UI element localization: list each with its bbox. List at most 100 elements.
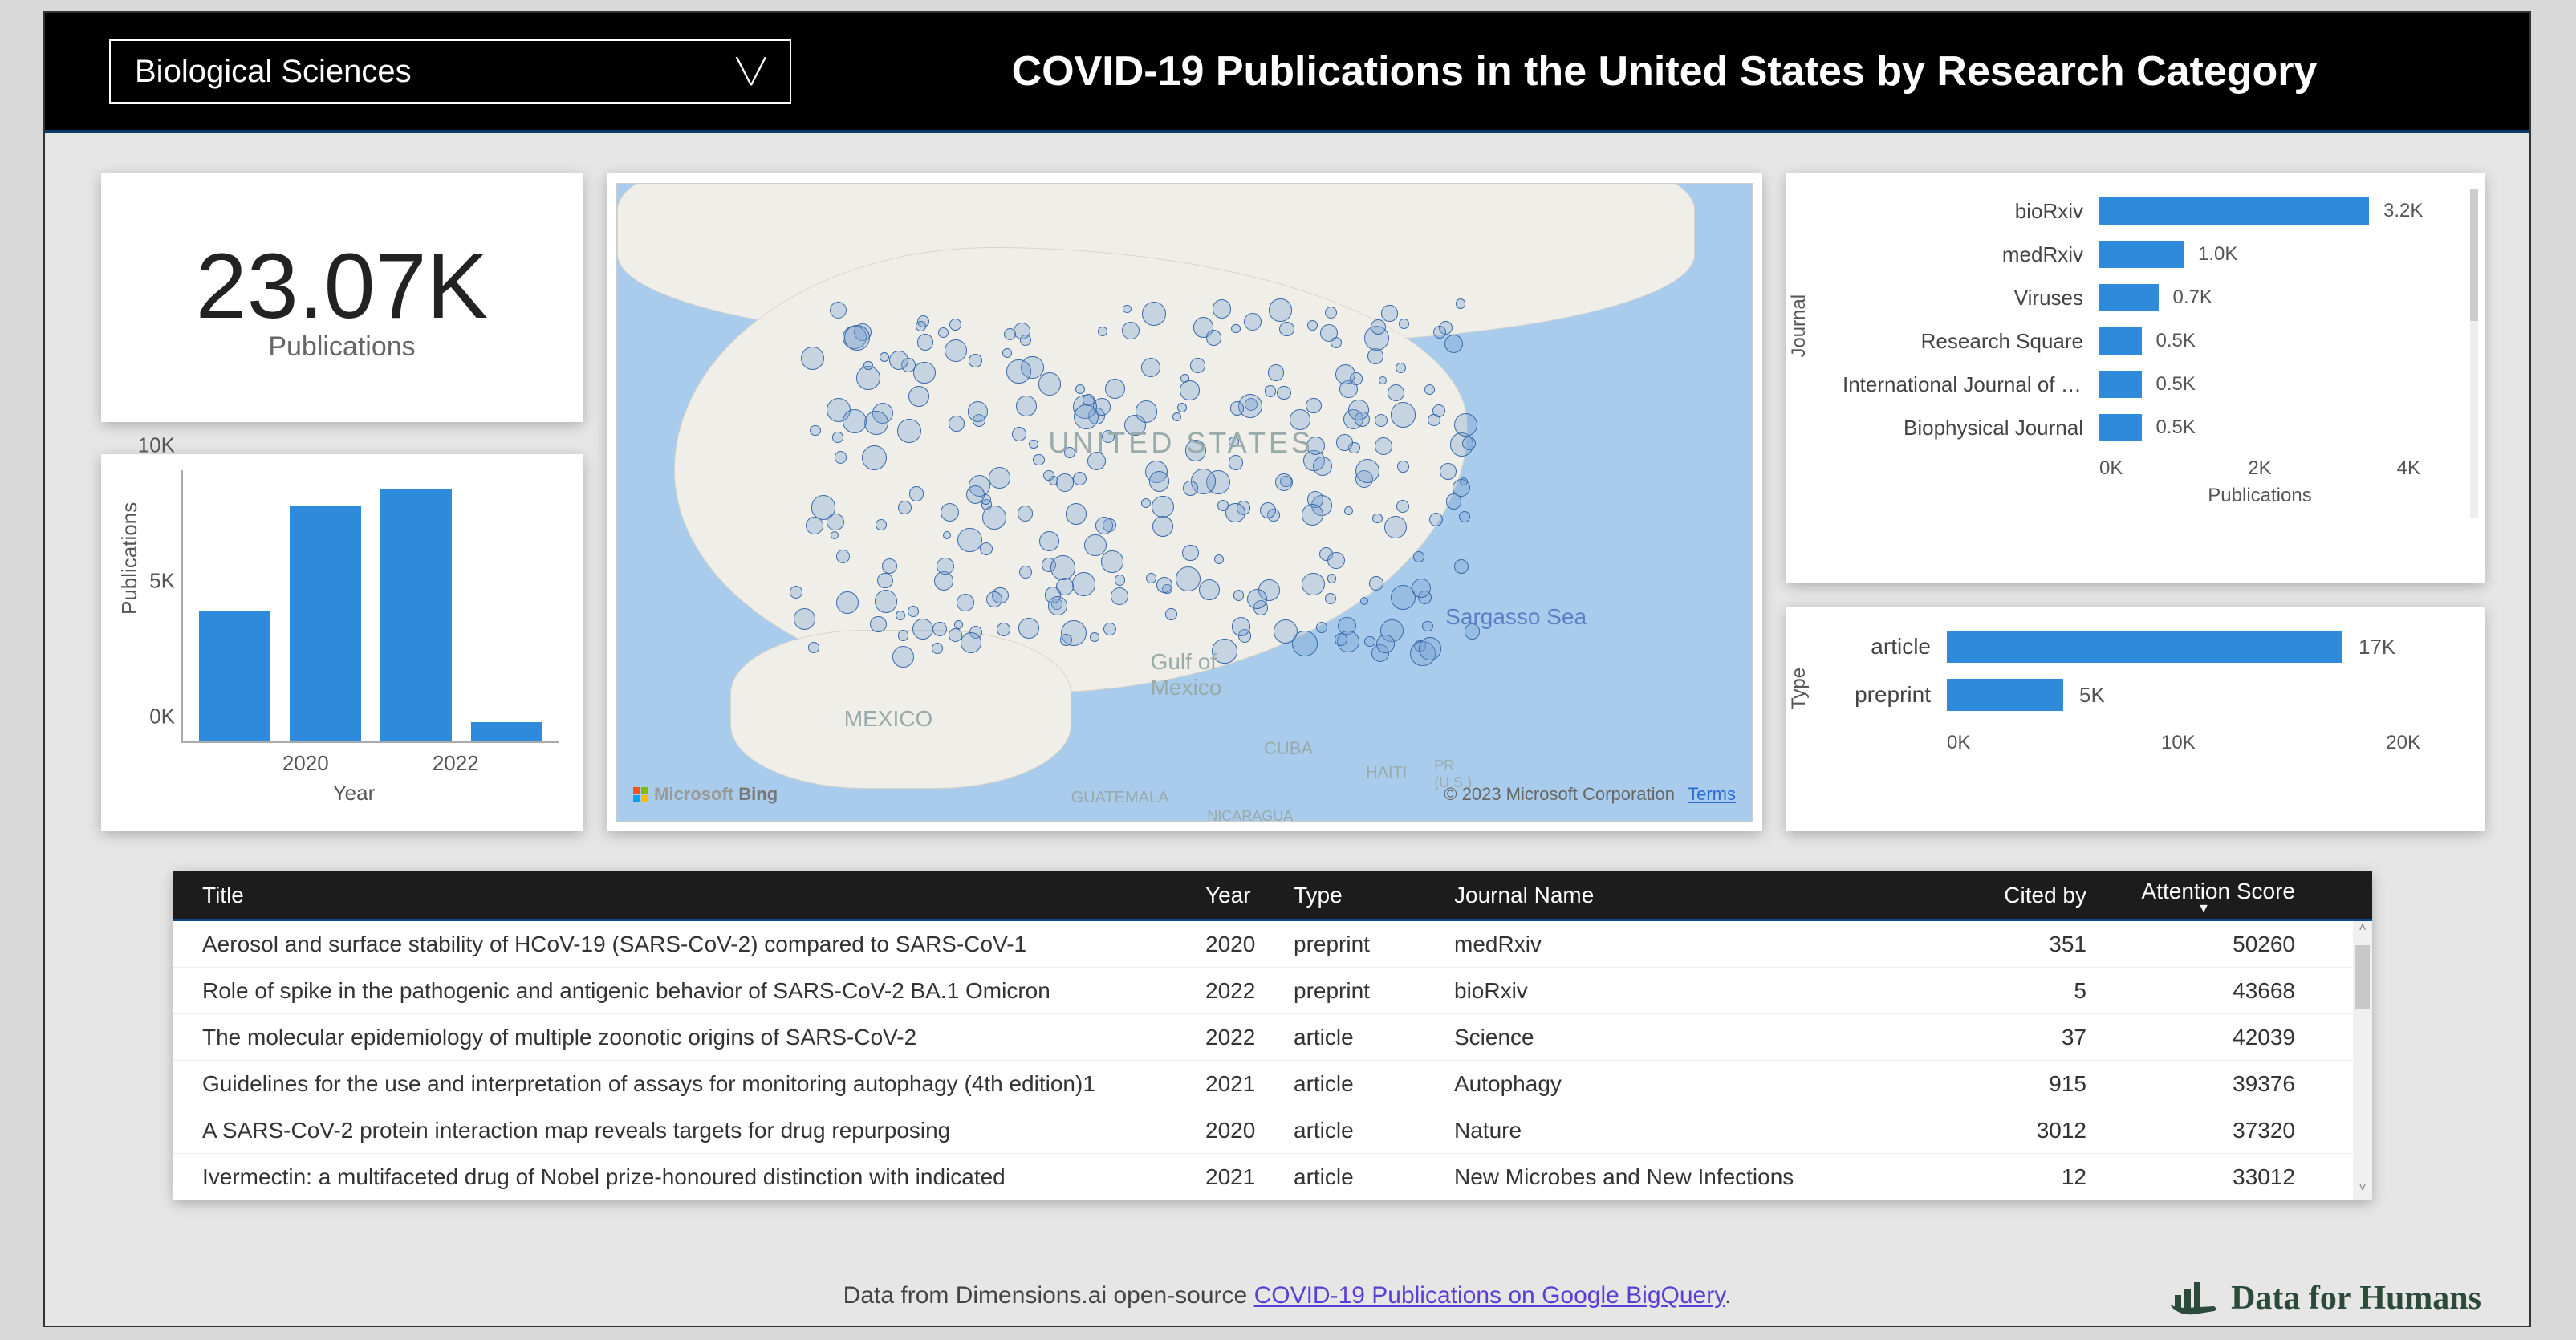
footer-source-link[interactable]: COVID-19 Publications on Google BigQuery <box>1254 1282 1725 1309</box>
map-point[interactable] <box>806 517 823 534</box>
map-point[interactable] <box>1247 589 1267 609</box>
map-point[interactable] <box>1018 506 1033 521</box>
map-point[interactable] <box>1412 579 1431 598</box>
map-point[interactable] <box>830 302 847 319</box>
map-point[interactable] <box>1419 637 1442 660</box>
map-point[interactable] <box>1033 454 1045 466</box>
map-point[interactable] <box>1190 358 1205 372</box>
map-point[interactable] <box>880 352 889 362</box>
bar[interactable] <box>2099 197 2369 225</box>
map-point[interactable] <box>1381 305 1397 321</box>
journal-chart[interactable]: Journal bioRxiv3.2KmedRxiv1.0KViruses0.7… <box>1786 173 2485 583</box>
map-point[interactable] <box>1039 531 1059 551</box>
map-point[interactable] <box>1360 597 1368 605</box>
map-point[interactable] <box>1336 434 1353 451</box>
category-dropdown[interactable]: Biological Sciences ╲╱ <box>109 39 791 104</box>
map-point[interactable] <box>1316 622 1327 633</box>
map-point[interactable] <box>1260 502 1276 518</box>
map-point[interactable] <box>1103 623 1116 635</box>
map-point[interactable] <box>1348 400 1369 420</box>
map-point[interactable] <box>1462 437 1476 450</box>
map-point[interactable] <box>1396 363 1406 373</box>
map-point[interactable] <box>876 519 887 530</box>
map-point[interactable] <box>794 608 815 630</box>
map-point[interactable] <box>908 386 929 407</box>
map-point[interactable] <box>1364 636 1375 647</box>
map-point[interactable] <box>1399 319 1409 329</box>
map-point[interactable] <box>1376 635 1394 652</box>
map-point[interactable] <box>989 467 1010 489</box>
map-point[interactable] <box>917 334 933 350</box>
type-chart[interactable]: Type article17Kpreprint5K 0K 10K 20K <box>1786 607 2485 831</box>
map-point[interactable] <box>863 361 872 370</box>
map-point[interactable] <box>1066 503 1087 524</box>
map-point[interactable] <box>1302 504 1323 526</box>
map-point[interactable] <box>831 531 839 539</box>
map-point[interactable] <box>1123 305 1132 314</box>
map-point[interactable] <box>1165 608 1176 619</box>
map-point[interactable] <box>810 425 820 436</box>
map-point[interactable] <box>1375 437 1392 455</box>
kpi-card[interactable]: 23.07K Publications <box>101 173 583 422</box>
map-point[interactable] <box>1231 324 1240 333</box>
scroll-down-icon[interactable]: ˅ <box>2353 1181 2372 1200</box>
map-point[interactable] <box>1115 575 1125 585</box>
map-point[interactable] <box>1095 517 1113 534</box>
map-point[interactable] <box>801 347 824 370</box>
publications-table[interactable]: Title Year Type Journal Name Cited by At… <box>173 871 2372 1200</box>
map-point[interactable] <box>898 630 909 641</box>
map-point[interactable] <box>1004 328 1016 340</box>
map-point[interactable] <box>1265 385 1277 397</box>
map-point[interactable] <box>1327 552 1344 569</box>
col-journal[interactable]: Journal Name <box>1441 883 1955 908</box>
bar[interactable] <box>380 489 452 741</box>
map-point[interactable] <box>916 321 926 331</box>
map-point[interactable] <box>968 401 988 421</box>
map-point[interactable] <box>1268 364 1285 381</box>
map-canvas[interactable]: UNITED STATES MEXICO Gulf of Mexico Sarg… <box>616 183 1753 822</box>
map-point[interactable] <box>1302 573 1324 595</box>
map-point[interactable] <box>1422 621 1432 631</box>
map-point[interactable] <box>897 419 921 443</box>
map-point[interactable] <box>1454 559 1469 574</box>
map-point[interactable] <box>1098 327 1107 336</box>
map-point[interactable] <box>896 611 905 620</box>
map-point[interactable] <box>1225 503 1245 523</box>
map-point[interactable] <box>1018 618 1039 639</box>
map-point[interactable] <box>1002 348 1012 358</box>
map-point[interactable] <box>1048 596 1067 615</box>
bar[interactable] <box>1947 631 2342 663</box>
map-point[interactable] <box>1149 471 1169 491</box>
map-point[interactable] <box>957 528 982 553</box>
map-terms-link[interactable]: Terms <box>1688 784 1736 804</box>
table-row[interactable]: Role of spike in the pathogenic and anti… <box>173 968 2372 1014</box>
scrollbar[interactable]: ˄ ˅ <box>2353 921 2372 1200</box>
bar[interactable] <box>2099 414 2142 441</box>
bar[interactable] <box>199 611 270 741</box>
map-point[interactable] <box>969 354 981 367</box>
year-chart[interactable]: Publications 0K 5K 10K 20202022 Year <box>101 454 583 831</box>
map-point[interactable] <box>1456 298 1465 308</box>
map-point[interactable] <box>892 646 914 668</box>
table-row[interactable]: The molecular epidemiology of multiple z… <box>173 1014 2372 1061</box>
map-point[interactable] <box>1012 427 1026 441</box>
col-attention-score[interactable]: Attention Score ▼ <box>2099 879 2308 912</box>
map-point[interactable] <box>1084 534 1106 556</box>
map-point[interactable] <box>1060 634 1072 646</box>
map-point[interactable] <box>832 432 843 443</box>
bar[interactable] <box>2099 241 2184 268</box>
bar[interactable] <box>1947 679 2063 711</box>
map-point[interactable] <box>875 590 898 613</box>
map-point[interactable] <box>1275 473 1293 491</box>
map-point[interactable] <box>1327 574 1336 583</box>
map-point[interactable] <box>1199 579 1220 600</box>
col-year[interactable]: Year <box>1193 883 1281 908</box>
col-cited[interactable]: Cited by <box>1955 883 2099 908</box>
map-point[interactable] <box>1029 440 1038 449</box>
map-point[interactable] <box>1230 401 1245 416</box>
map-point[interactable] <box>1014 323 1030 339</box>
col-type[interactable]: Type <box>1281 883 1441 908</box>
map-point[interactable] <box>937 558 954 575</box>
scrollbar-thumb[interactable] <box>2355 945 2370 1009</box>
bar[interactable] <box>2099 284 2159 311</box>
